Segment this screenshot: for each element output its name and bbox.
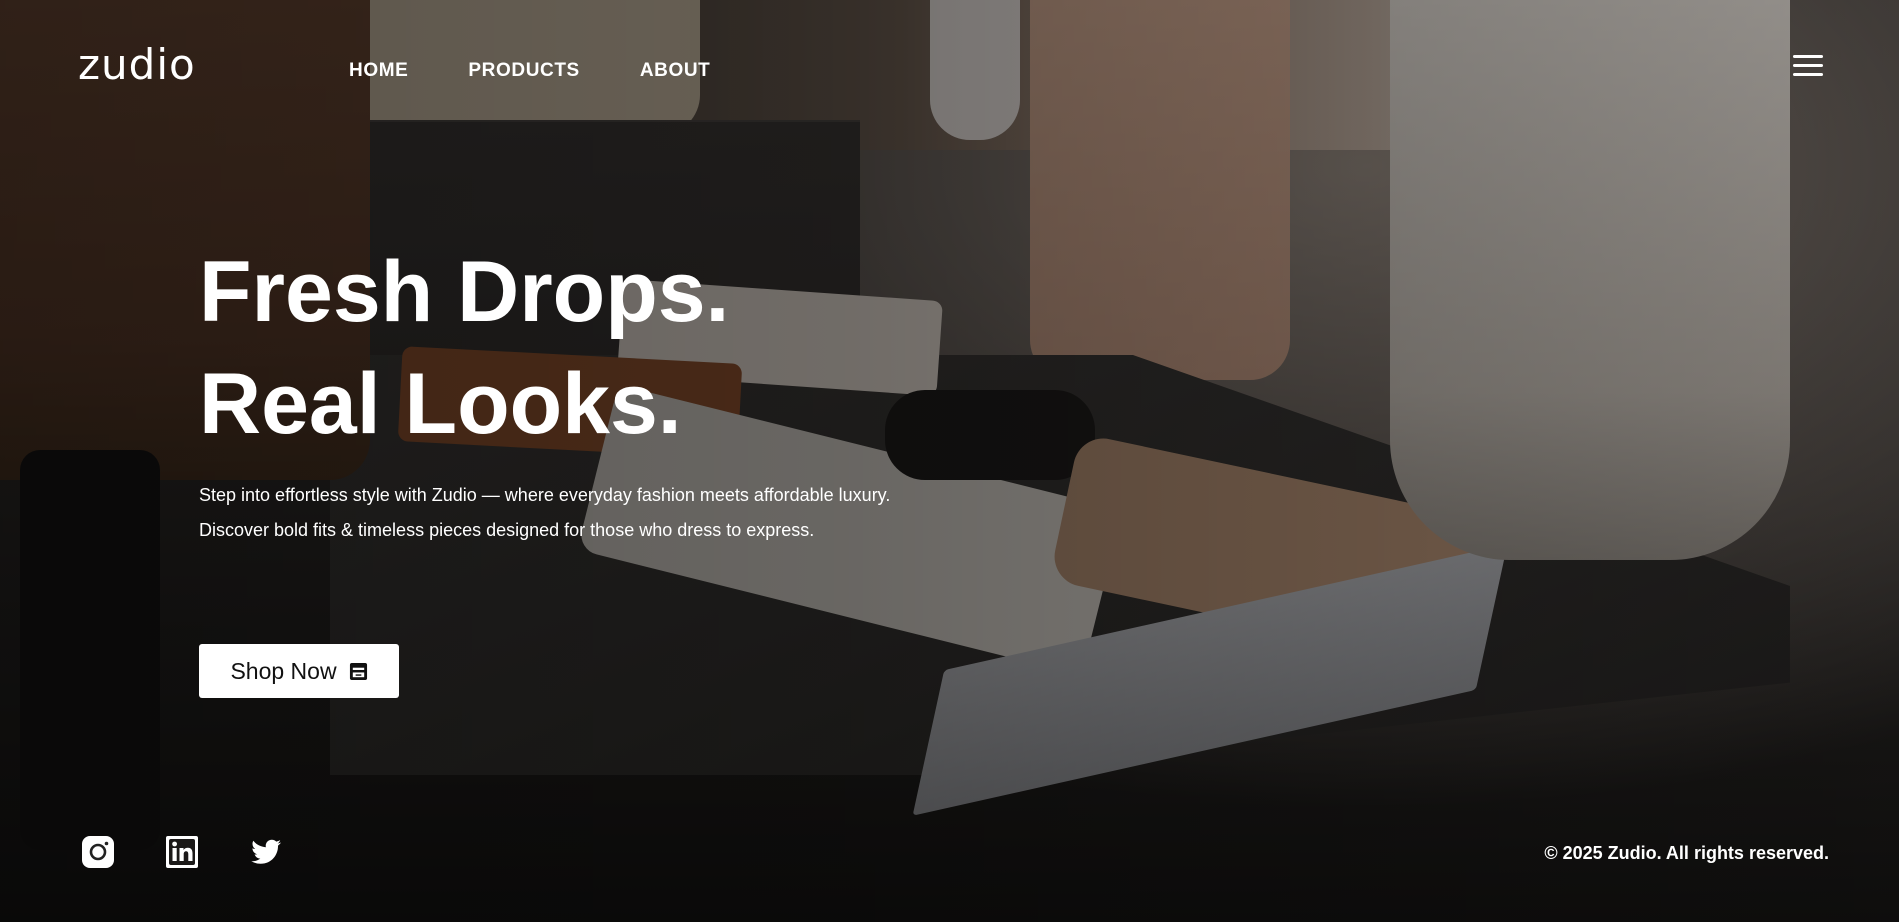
twitter-icon[interactable] [249,835,283,869]
hero-headline: Fresh Drops. Real Looks. [199,236,729,460]
main-nav: HOME PRODUCTS ABOUT [349,60,710,82]
nav-products[interactable]: PRODUCTS [468,60,579,82]
tagline-line-2: Discover bold fits & timeless pieces des… [199,520,815,540]
nav-home[interactable]: HOME [349,60,408,82]
copyright-text: © 2025 Zudio. All rights reserved. [1544,843,1829,863]
social-links [81,835,283,869]
store-icon [349,662,367,680]
shop-now-label: Shop Now [230,657,337,684]
tagline-line-1: Step into effortless style with Zudio — … [199,485,891,505]
hamburger-menu-icon[interactable] [1793,55,1823,83]
hero-section: zudio HOME PRODUCTS ABOUT Fresh Drops. R… [0,0,1899,922]
shop-now-button[interactable]: Shop Now [199,644,399,698]
headline-line-2: Real Looks. [199,356,682,452]
dark-overlay [0,0,1899,922]
linkedin-icon[interactable] [165,835,199,869]
brand-logo[interactable]: zudio [78,44,196,86]
nav-about[interactable]: ABOUT [640,60,711,82]
hero-tagline: Step into effortless style with Zudio — … [199,478,890,548]
instagram-icon[interactable] [81,835,115,869]
headline-line-1: Fresh Drops. [199,244,730,340]
